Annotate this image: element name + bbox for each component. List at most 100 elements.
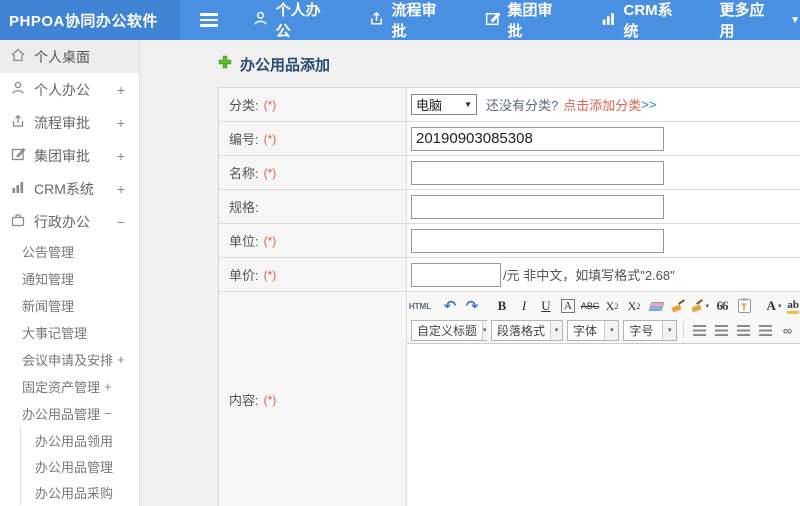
sidebar-item-supplies-manage[interactable]: 办公用品管理 — [21, 453, 139, 479]
add-category-link[interactable]: 点击添加分类 — [563, 95, 641, 114]
collapse-minus-icon[interactable]: − — [117, 214, 125, 230]
top-nav-workflow-approval[interactable]: 流程审批 — [368, 0, 450, 41]
caret-small-icon: ▾ — [482, 320, 487, 340]
superscript-button[interactable]: X2 — [602, 296, 622, 316]
category-select[interactable]: 电脑 ▼ — [411, 94, 477, 115]
editor-content-area[interactable] — [407, 344, 800, 506]
undo-icon[interactable]: ↶ — [440, 296, 460, 316]
expand-plus-icon[interactable]: + — [117, 352, 125, 367]
code-input[interactable] — [411, 126, 664, 151]
sidebar-item-group-approval[interactable]: 集团审批 + — [0, 139, 139, 172]
sidebar-item-office-supplies-mgmt[interactable]: 办公用品管理 − — [0, 400, 139, 427]
source-code-button[interactable]: HTML — [409, 296, 431, 316]
brand-logo[interactable]: PHPOA协同办公软件 — [0, 0, 180, 40]
main-content: 办公用品添加 分类: (*) 电脑 ▼ 还没有分类? 点击添加分类 >> 编号:… — [140, 40, 800, 506]
sidebar-item-news-mgmt[interactable]: 新闻管理 — [0, 292, 139, 319]
align-center-icon[interactable] — [711, 320, 731, 340]
editor-toolbar-row2: 自定义标题 ▾ 段落格式 ▾ 字体 ▾ 字号 ▾ ∞ — [409, 318, 798, 342]
required-mark: (*) — [263, 131, 277, 146]
strikethrough-button[interactable]: ABC — [580, 296, 600, 316]
sidebar-item-announcement-mgmt[interactable]: 公告管理 — [0, 238, 139, 265]
no-category-hint: 还没有分类? — [486, 98, 559, 113]
font-family-select[interactable]: 字体 ▾ — [567, 319, 620, 341]
price-format-hint: /元 非中文，如填写格式"2.68" — [503, 268, 675, 283]
spec-label: 规格: — [229, 200, 259, 215]
sidebar-item-supplies-purchase[interactable]: 办公用品采购 — [21, 479, 139, 505]
sidebar-item-supplies-claim[interactable]: 办公用品领用 — [21, 427, 139, 453]
form-row-name: 名称: (*) — [219, 156, 800, 190]
insert-link-icon[interactable]: ∞ — [777, 320, 797, 340]
select-caret-icon: ▼ — [464, 100, 472, 109]
expand-plus-icon[interactable]: + — [117, 181, 125, 197]
name-input[interactable] — [411, 160, 664, 185]
add-category-arrows[interactable]: >> — [641, 97, 656, 112]
required-mark: (*) — [263, 392, 277, 407]
rich-text-editor: HTML ↶ ↷ B I U A ABC X2 X 2 ▾ 66 T A ▾ a… — [407, 292, 800, 506]
subscript-button[interactable]: X2 — [624, 296, 644, 316]
required-mark: (*) — [263, 165, 277, 180]
expand-plus-icon[interactable]: + — [104, 379, 112, 394]
caret-down-icon[interactable]: ▼ — [790, 15, 800, 26]
sidebar-item-events-mgmt[interactable]: 大事记管理 — [0, 319, 139, 346]
sidebar-item-workflow-approval[interactable]: 流程审批 + — [0, 106, 139, 139]
redo-icon[interactable]: ↷ — [462, 296, 482, 316]
caret-small-icon: ▾ — [777, 303, 782, 310]
sidebar-item-notice-mgmt[interactable]: 通知管理 — [0, 265, 139, 292]
form-row-unit: 单位: (*) — [219, 224, 800, 258]
supply-add-form: 分类: (*) 电脑 ▼ 还没有分类? 点击添加分类 >> 编号: (*) 20… — [218, 87, 800, 506]
italic-button[interactable]: I — [514, 296, 534, 316]
top-nav-group-approval[interactable]: 集团审批 — [484, 0, 566, 41]
expand-plus-icon[interactable]: + — [117, 115, 125, 131]
format-brush-icon[interactable] — [668, 296, 688, 316]
editor-toolbar: HTML ↶ ↷ B I U A ABC X2 X 2 ▾ 66 T A ▾ a… — [407, 292, 800, 344]
bold-button[interactable]: B — [492, 296, 512, 316]
price-input[interactable] — [411, 262, 501, 287]
green-plus-icon — [218, 55, 232, 74]
caret-small-icon: ▾ — [604, 320, 619, 340]
blockquote-button[interactable]: 66 — [712, 296, 732, 316]
editor-toolbar-row1: HTML ↶ ↷ B I U A ABC X2 X 2 ▾ 66 T A ▾ a… — [409, 294, 800, 318]
home-icon — [10, 47, 34, 66]
collapse-minus-icon[interactable]: − — [104, 406, 112, 421]
sidebar-item-admin-office[interactable]: 行政办公 − — [0, 205, 139, 238]
sidebar-item-fixed-assets-mgmt[interactable]: 固定资产管理 + — [0, 373, 139, 400]
remove-format-eraser-icon[interactable] — [646, 296, 666, 316]
paste-plain-text-icon[interactable]: T — [734, 296, 754, 316]
highlight-color-dropdown[interactable]: ab▾ — [786, 296, 800, 316]
price-label: 单价: — [229, 268, 259, 283]
heading-select[interactable]: 自定义标题 ▾ — [411, 319, 487, 341]
page-title: 办公用品添加 — [218, 53, 800, 75]
form-row-price: 单价: (*) /元 非中文，如填写格式"2.68" — [219, 258, 800, 292]
top-nav-personal-office[interactable]: 个人办公 — [252, 0, 334, 41]
hamburger-menu-icon[interactable] — [200, 10, 218, 30]
unit-input[interactable] — [411, 228, 664, 253]
required-mark: (*) — [263, 267, 277, 282]
underline-button[interactable]: U — [536, 296, 556, 316]
caret-small-icon: ▾ — [662, 320, 677, 340]
person-icon — [252, 10, 276, 31]
font-color-dropdown[interactable]: A ▾ — [764, 296, 784, 316]
align-right-icon[interactable] — [733, 320, 753, 340]
unit-label: 单位: — [229, 234, 259, 249]
spec-input[interactable] — [411, 194, 664, 219]
top-nav: 个人办公 流程审批 集团审批 CRM系统 更多应用 ▼ — [180, 0, 800, 40]
paragraph-format-select[interactable]: 段落格式 ▾ — [491, 319, 563, 341]
flow-upload-icon — [368, 10, 392, 31]
top-nav-more-apps[interactable]: 更多应用 — [720, 0, 779, 41]
font-size-select[interactable]: 字号 ▾ — [623, 319, 678, 341]
sidebar-item-meeting-mgmt[interactable]: 会议申请及安排 + — [0, 346, 139, 373]
sidebar-subgroup-office-supplies: 办公用品领用 办公用品管理 办公用品采购 — [20, 427, 139, 505]
top-nav-crm[interactable]: CRM系统 — [600, 0, 686, 41]
code-label: 编号: — [229, 132, 259, 147]
expand-plus-icon[interactable]: + — [117, 82, 125, 98]
form-row-spec: 规格: — [219, 190, 800, 224]
align-left-icon[interactable] — [689, 320, 709, 340]
align-justify-icon[interactable] — [755, 320, 775, 340]
caret-small-icon: ▾ — [550, 320, 562, 340]
sidebar-item-personal-desktop[interactable]: 个人桌面 — [0, 40, 139, 73]
paint-format-dropdown[interactable]: ▾ — [690, 296, 710, 316]
sidebar-item-personal-office[interactable]: 个人办公 + — [0, 73, 139, 106]
expand-plus-icon[interactable]: + — [117, 148, 125, 164]
sidebar-item-crm[interactable]: CRM系统 + — [0, 172, 139, 205]
char-border-button[interactable]: A — [558, 296, 578, 316]
